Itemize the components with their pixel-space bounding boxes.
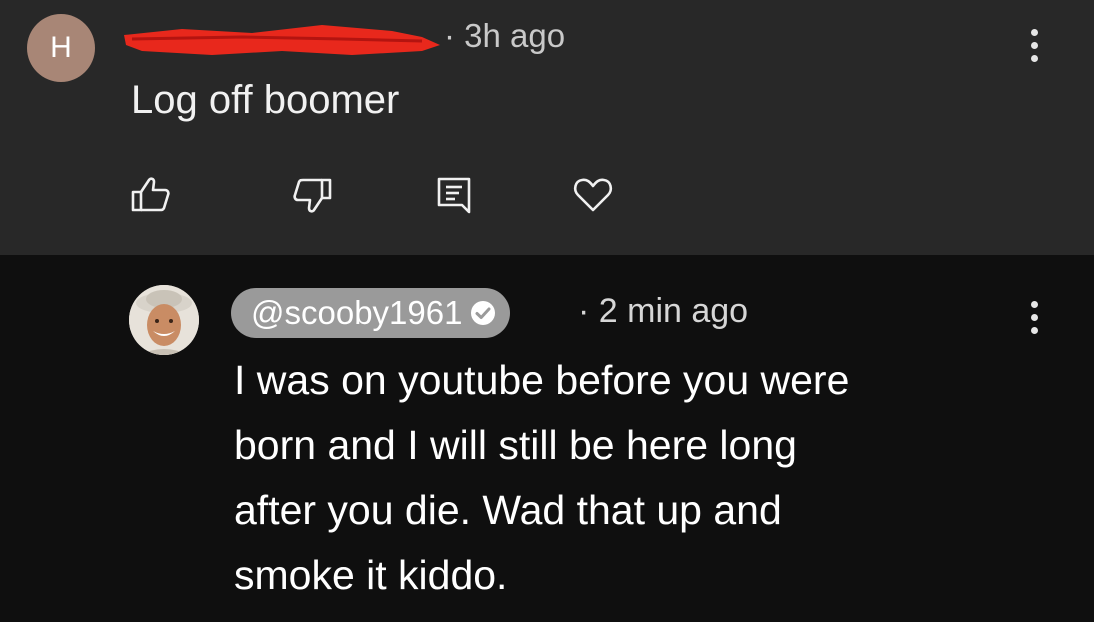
redacted-username <box>124 25 440 55</box>
heart-icon[interactable] <box>570 172 616 218</box>
comment-timestamp: · 3h ago <box>444 17 566 54</box>
comment-text: Log off boomer <box>131 78 400 122</box>
more-options-icon[interactable] <box>1025 25 1045 65</box>
reply-timestamp: · 2 min ago <box>578 292 749 330</box>
thumb-down-icon[interactable] <box>289 172 335 218</box>
avatar[interactable]: H <box>27 14 95 82</box>
reply-comment-icon[interactable] <box>431 172 477 218</box>
channel-handle[interactable]: @scooby1961 <box>231 288 511 338</box>
thumb-up-icon[interactable] <box>128 172 174 218</box>
reply-text: I was on youtube before you were born an… <box>234 357 850 598</box>
avatar[interactable] <box>129 285 199 355</box>
more-options-icon[interactable] <box>1025 297 1045 337</box>
verified-check-icon <box>471 301 496 325</box>
channel-handle-text: @scooby1961 <box>251 294 463 331</box>
